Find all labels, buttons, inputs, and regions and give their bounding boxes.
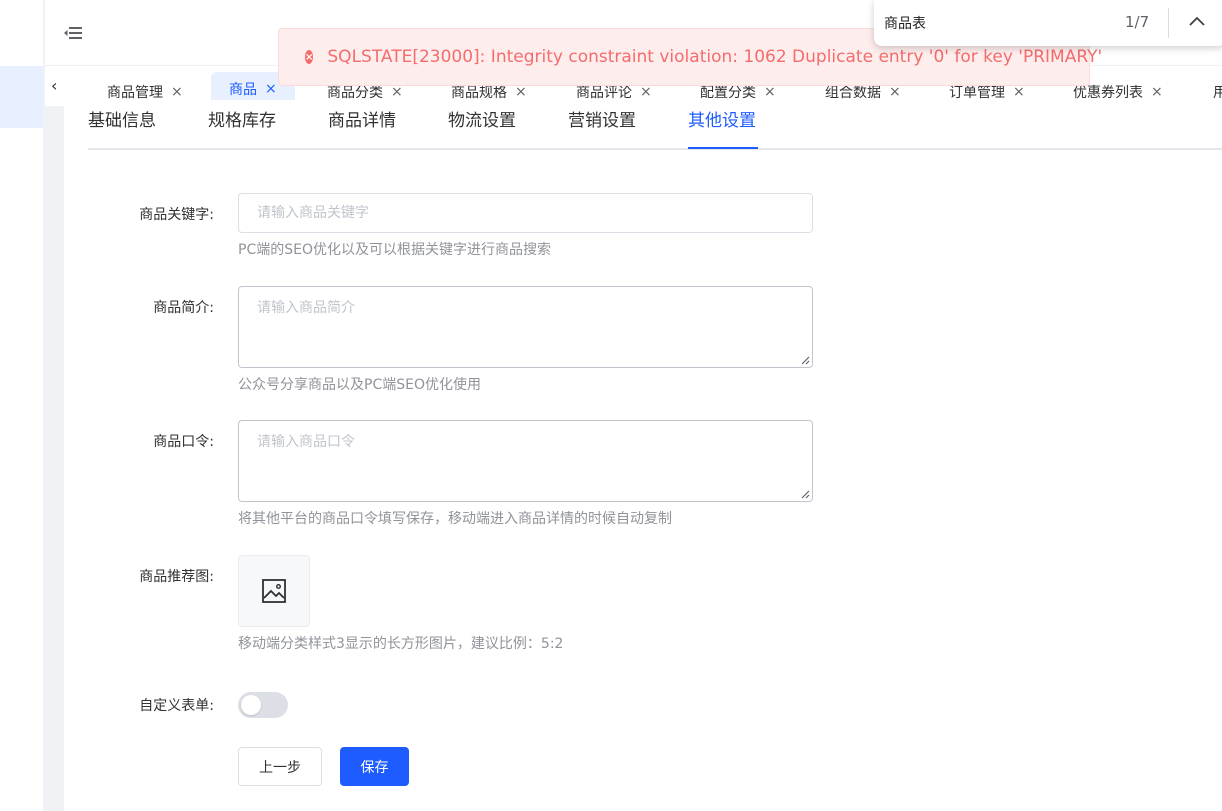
keyword-hint: PC端的SEO优化以及可以根据关键字进行商品搜索	[238, 242, 551, 258]
subtab-product-detail[interactable]: 商品详情	[328, 106, 396, 131]
sidebar-active-item[interactable]	[0, 66, 43, 128]
close-icon[interactable]: ×	[1151, 84, 1163, 100]
active-tab-indicator	[688, 147, 758, 149]
password-textarea[interactable]: 请输入商品口令	[238, 420, 813, 502]
keyword-input[interactable]: 请输入商品关键字	[238, 193, 813, 233]
subtab-marketing[interactable]: 营销设置	[568, 106, 636, 131]
tab-label: 商品管理	[107, 85, 163, 101]
sidebar-edge	[43, 0, 45, 811]
save-button[interactable]: 保存	[340, 747, 409, 786]
find-match-count: 1/7	[1125, 13, 1150, 31]
close-icon[interactable]: ×	[171, 84, 183, 100]
password-placeholder: 请输入商品口令	[257, 434, 355, 450]
tab-label: 商品	[229, 82, 257, 98]
intro-label: 商品简介:	[153, 300, 214, 316]
keyword-label: 商品关键字:	[139, 207, 214, 223]
prev-step-button[interactable]: 上一步	[238, 747, 322, 786]
subtab-basic-info[interactable]: 基础信息	[88, 106, 156, 131]
custom-form-switch[interactable]	[238, 692, 288, 718]
chevron-up-icon[interactable]	[1188, 14, 1206, 28]
subtab-other-settings[interactable]: 其他设置	[688, 106, 756, 131]
recommend-image-upload[interactable]	[238, 555, 310, 627]
subtab-logistics[interactable]: 物流设置	[448, 106, 516, 131]
close-icon[interactable]: ×	[764, 84, 776, 100]
image-icon	[262, 579, 286, 603]
product-form-panel: 基础信息 规格库存 商品详情 物流设置 营销设置 其他设置 商品关键字: 请输入…	[64, 100, 1222, 811]
sidebar	[0, 0, 45, 811]
menu-fold-icon[interactable]	[64, 24, 82, 42]
error-circle-icon: ×	[305, 50, 314, 64]
recommend-image-label: 商品推荐图:	[139, 569, 214, 585]
custom-form-label: 自定义表单:	[139, 698, 214, 714]
intro-textarea[interactable]: 请输入商品简介	[238, 286, 813, 368]
close-icon[interactable]: ×	[1013, 84, 1025, 100]
close-icon[interactable]: ×	[265, 81, 277, 97]
divider	[1168, 8, 1169, 38]
close-icon[interactable]: ×	[640, 84, 652, 100]
find-query-input[interactable]: 商品表	[884, 13, 926, 33]
error-message-text: SQLSTATE[23000]: Integrity constraint vi…	[327, 47, 1103, 67]
find-in-page-bar: 商品表 1/7	[874, 0, 1222, 46]
close-icon[interactable]: ×	[515, 84, 527, 100]
resize-grip-icon[interactable]	[800, 489, 810, 499]
form-step-tabs: 基础信息 规格库存 商品详情 物流设置 营销设置 其他设置	[88, 100, 1222, 150]
resize-grip-icon[interactable]	[800, 355, 810, 365]
password-hint: 将其他平台的商品口令填写保存，移动端进入商品详情的时候自动复制	[238, 511, 672, 527]
intro-placeholder: 请输入商品简介	[257, 300, 355, 316]
close-icon[interactable]: ×	[889, 84, 901, 100]
close-icon[interactable]: ×	[391, 84, 403, 100]
recommend-image-hint: 移动端分类样式3显示的长方形图片，建议比例：5:2	[238, 636, 564, 652]
switch-knob	[241, 695, 261, 715]
subtab-spec-stock[interactable]: 规格库存	[208, 106, 276, 131]
chevron-left-icon[interactable]: ‹	[51, 76, 67, 95]
tab-label: 用	[1213, 85, 1222, 101]
password-label: 商品口令:	[153, 434, 214, 450]
intro-hint: 公众号分享商品以及PC端SEO优化使用	[238, 377, 481, 393]
